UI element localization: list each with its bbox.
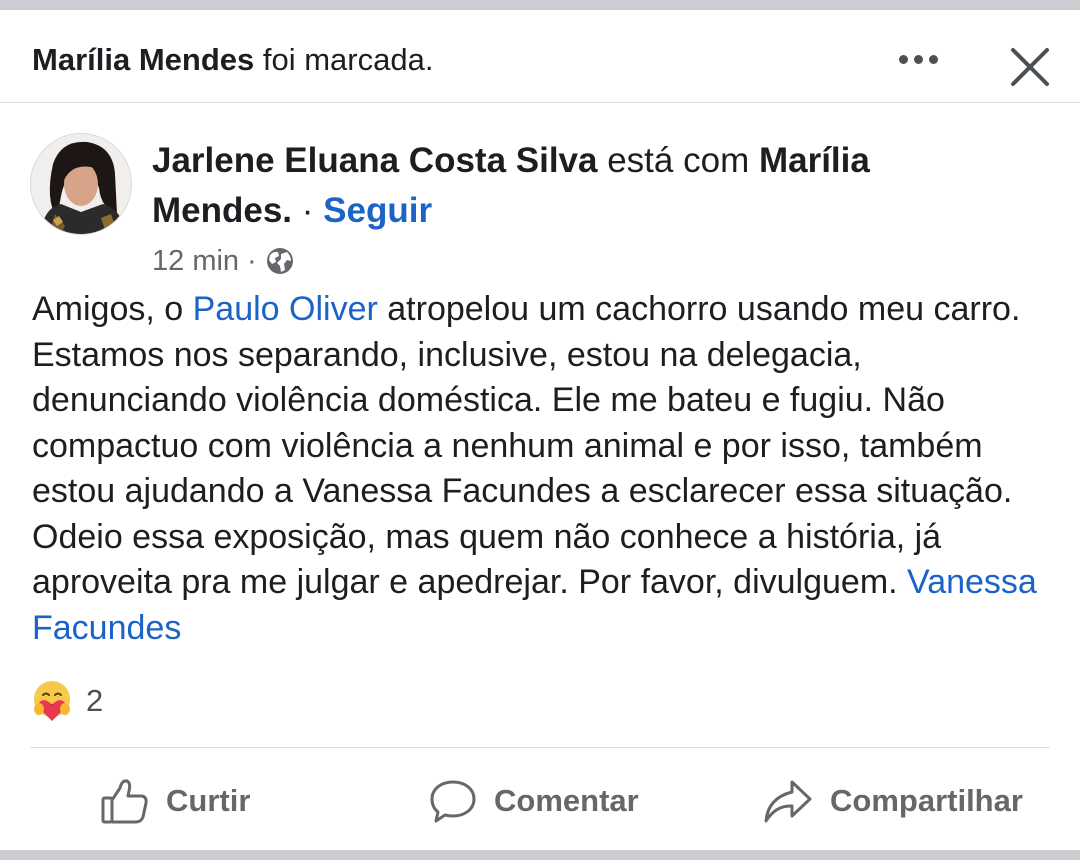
actions-divider <box>30 747 1050 748</box>
window-bottom-edge <box>0 850 1080 860</box>
notification-header: Marília Mendes foi marcada. <box>0 10 1080 103</box>
share-button[interactable]: Compartilhar <box>762 766 1023 836</box>
meta-separator: · <box>247 244 257 277</box>
ellipsis-icon <box>898 54 908 64</box>
avatar-photo <box>31 134 131 234</box>
like-button[interactable]: Curtir <box>100 766 250 836</box>
with-name-last: Mendes. <box>152 191 293 230</box>
with-name-first: Marília <box>758 141 870 180</box>
comment-label: Comentar <box>494 783 639 818</box>
close-icon <box>1011 48 1049 86</box>
tagged-name[interactable]: Marília Mendes <box>32 42 254 77</box>
ellipsis-dot <box>928 54 938 64</box>
comment-button[interactable]: Comentar <box>428 766 639 836</box>
reaction-count: 2 <box>86 683 104 718</box>
post-time[interactable]: 12 min <box>152 245 239 278</box>
ellipsis-dot <box>913 54 923 64</box>
post-meta: 12 min · <box>152 241 295 281</box>
author-name[interactable]: Jarlene Eluana Costa Silva <box>152 141 597 180</box>
mention-paulo-oliver[interactable]: Paulo Oliver <box>193 290 378 328</box>
with-text: está com <box>607 141 750 180</box>
share-icon <box>764 780 812 823</box>
tagged-suffix: foi marcada. <box>262 42 434 77</box>
close-button[interactable] <box>1002 40 1056 94</box>
header-title: Marília Mendes foi marcada. <box>32 40 433 80</box>
like-label: Curtir <box>166 783 251 818</box>
author-avatar[interactable] <box>30 133 132 235</box>
dot-separator: · <box>301 191 314 230</box>
post-text-part1: Amigos, o <box>32 290 193 328</box>
reactions-summary[interactable]: 2 <box>30 678 103 724</box>
post-author-line: Jarlene Eluana Costa Silva está com Marí… <box>152 136 1032 236</box>
post-text: Amigos, o Paulo Oliver atropelou um cach… <box>32 287 1062 651</box>
share-label: Compartilhar <box>830 783 1023 818</box>
post-text-part2: atropelou um cachorro usando meu carro. … <box>32 290 1021 601</box>
window-top-edge <box>0 0 1080 10</box>
globe-icon <box>266 248 293 274</box>
more-options-button[interactable] <box>895 44 941 74</box>
follow-link[interactable]: Seguir <box>323 191 432 230</box>
care-reaction-icon <box>34 681 70 721</box>
thumbs-up-icon <box>101 779 148 824</box>
comment-icon <box>430 780 476 823</box>
post-actions: Curtir Comentar Compartilhar <box>0 766 1080 836</box>
